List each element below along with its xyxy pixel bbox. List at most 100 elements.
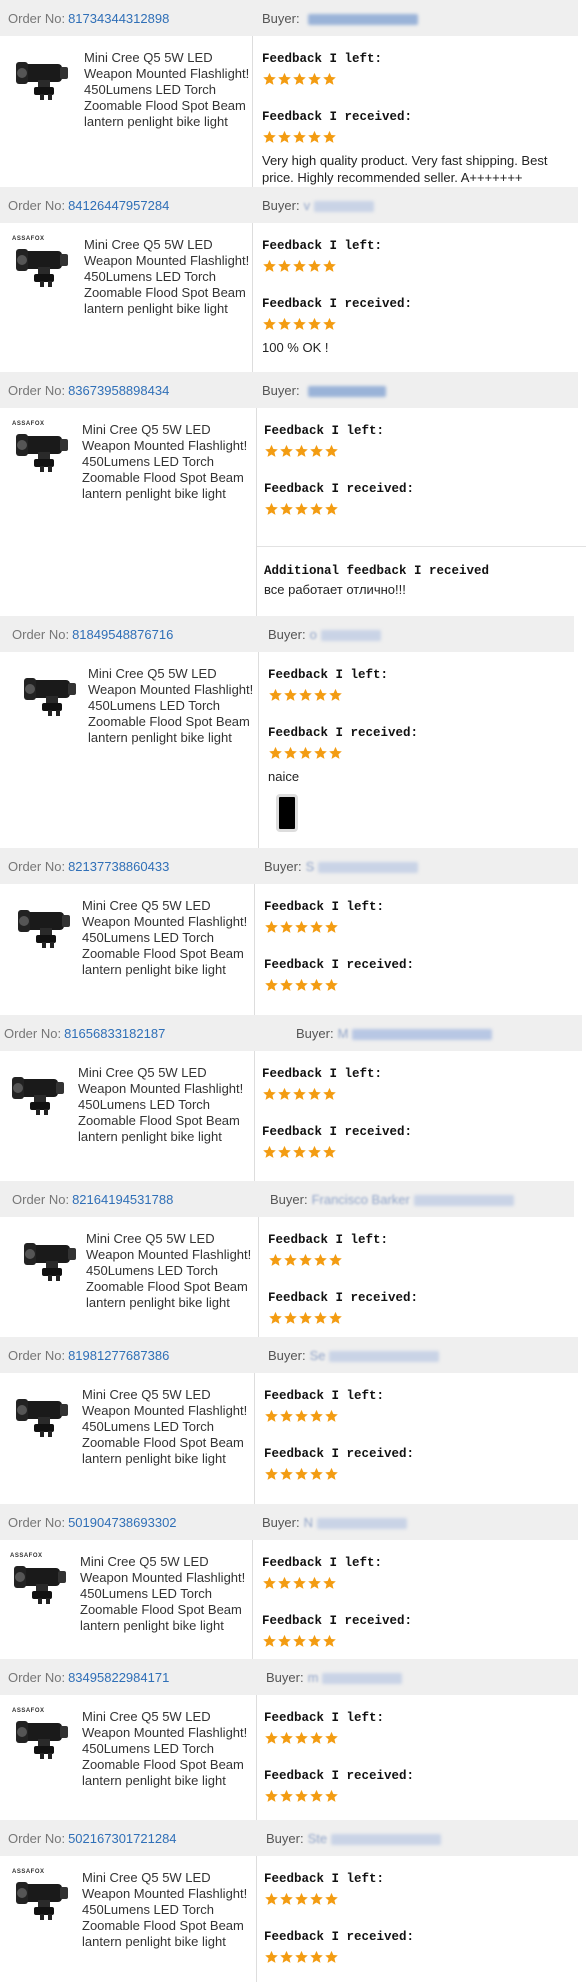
product-title-link[interactable]: Mini Cree Q5 5W LED Weapon Mounted Flash… <box>86 1231 264 1311</box>
order-header: Order No: 81734344312898 Buyer: <box>0 0 578 36</box>
buyer-name[interactable]: Ste <box>308 1831 328 1846</box>
star-icon <box>298 688 313 702</box>
feedback-photo-thumbnail[interactable] <box>276 794 298 832</box>
buyer-name[interactable]: S <box>306 859 315 874</box>
star-icon <box>294 1731 309 1745</box>
order-number-link[interactable]: 83495822984171 <box>68 1670 169 1685</box>
buyer-name[interactable]: o <box>310 627 317 642</box>
order-number-link[interactable]: 81849548876716 <box>72 627 173 642</box>
product-thumbnail[interactable] <box>14 898 78 954</box>
order-header: Order No: 502167301721284 Buyer: Ste <box>0 1820 578 1856</box>
product-title-link[interactable]: Mini Cree Q5 5W LED Weapon Mounted Flash… <box>84 237 262 317</box>
product-thumbnail[interactable] <box>12 237 76 293</box>
product-title-link[interactable]: Mini Cree Q5 5W LED Weapon Mounted Flash… <box>82 1870 260 1950</box>
buyer-name-redacted <box>318 861 419 873</box>
product-thumbnail[interactable] <box>12 1709 76 1765</box>
order-number-link[interactable]: 501904738693302 <box>68 1515 176 1530</box>
buyer-name[interactable]: v <box>304 198 311 213</box>
column-divider <box>254 1373 255 1507</box>
feedback-left-label: Feedback I left: <box>262 52 383 66</box>
product-title-link[interactable]: Mini Cree Q5 5W LED Weapon Mounted Flash… <box>84 50 262 130</box>
buyer-field: Buyer: <box>262 383 386 398</box>
star-icon <box>307 130 322 144</box>
star-icon <box>322 1145 337 1159</box>
buyer-name-redacted <box>314 200 375 212</box>
rating-stars <box>268 1311 343 1325</box>
star-icon <box>264 978 279 992</box>
star-icon <box>324 1892 339 1906</box>
star-icon <box>322 259 337 273</box>
product-title-link[interactable]: Mini Cree Q5 5W LED Weapon Mounted Flash… <box>80 1554 258 1634</box>
rating-stars <box>262 1087 337 1101</box>
order-number-link[interactable]: 82137738860433 <box>68 859 169 874</box>
feedback-received-label: Feedback I received: <box>264 482 415 496</box>
product-title-link[interactable]: Mini Cree Q5 5W LED Weapon Mounted Flash… <box>88 666 266 746</box>
buyer-label: Buyer: <box>266 1669 304 1685</box>
buyer-name[interactable]: Se <box>310 1348 326 1363</box>
star-icon <box>279 1409 294 1423</box>
buyer-field: Buyer: Francisco Barker <box>270 1192 514 1207</box>
feedback-received-label: Feedback I received: <box>264 1930 415 1944</box>
feedback-comment: naice <box>268 769 300 784</box>
buyer-field: Buyer: m <box>266 1669 403 1685</box>
product-title-link[interactable]: Mini Cree Q5 5W LED Weapon Mounted Flash… <box>82 898 260 978</box>
product-title-link[interactable]: Mini Cree Q5 5W LED Weapon Mounted Flash… <box>82 1387 260 1467</box>
star-icon <box>283 688 298 702</box>
order-number-link[interactable]: 81734344312898 <box>68 11 169 26</box>
order-number-link[interactable]: 81981277687386 <box>68 1348 169 1363</box>
star-icon <box>324 1789 339 1803</box>
feedback-received-label: Feedback I received: <box>262 110 413 124</box>
product-thumbnail[interactable] <box>12 50 76 106</box>
buyer-name[interactable]: Francisco Barker <box>312 1192 410 1207</box>
star-icon <box>277 1634 292 1648</box>
buyer-name[interactable]: M <box>338 1026 349 1041</box>
order-number-link[interactable]: 81656833182187 <box>64 1026 165 1041</box>
star-icon <box>292 130 307 144</box>
product-thumbnail[interactable] <box>12 1387 76 1443</box>
buyer-field: Buyer: M <box>296 1026 493 1041</box>
star-icon <box>277 72 292 86</box>
column-divider <box>254 884 255 1020</box>
product-thumbnail[interactable] <box>8 1065 72 1121</box>
star-icon <box>279 920 294 934</box>
order-no-label: Order No: <box>8 10 66 26</box>
product-thumbnail[interactable] <box>12 422 76 478</box>
order-header: Order No: 501904738693302 Buyer: N <box>0 1504 578 1540</box>
rating-stars <box>264 502 339 516</box>
feedback-left-label: Feedback I left: <box>264 424 385 438</box>
star-icon <box>294 1950 309 1964</box>
product-thumbnail[interactable] <box>10 1554 74 1610</box>
product-title-link[interactable]: Mini Cree Q5 5W LED Weapon Mounted Flash… <box>82 422 260 502</box>
star-icon <box>292 317 307 331</box>
order-no-label: Order No: <box>8 1669 66 1685</box>
order-number-link[interactable]: 82164194531788 <box>72 1192 173 1207</box>
product-title-link[interactable]: Mini Cree Q5 5W LED Weapon Mounted Flash… <box>82 1709 260 1789</box>
rating-stars <box>264 1892 339 1906</box>
star-icon <box>309 502 324 516</box>
column-divider <box>258 1217 259 1351</box>
product-thumbnail[interactable] <box>20 666 84 722</box>
order-number-link[interactable]: 83673958898434 <box>68 383 169 398</box>
buyer-field: Buyer: o <box>268 627 381 642</box>
star-icon <box>324 1950 339 1964</box>
star-icon <box>262 1634 277 1648</box>
order-header: Order No: 84126447957284 Buyer: v <box>0 187 578 223</box>
star-icon <box>262 1576 277 1590</box>
product-thumbnail[interactable] <box>12 1870 76 1926</box>
order-header: Order No: 81656833182187 Buyer: M <box>0 1015 582 1051</box>
star-icon <box>279 1892 294 1906</box>
order-number-link[interactable]: 502167301721284 <box>68 1831 176 1846</box>
star-icon <box>262 1087 277 1101</box>
buyer-name[interactable]: m <box>308 1670 319 1685</box>
order-no-label: Order No: <box>12 1191 70 1207</box>
buyer-name[interactable]: N <box>304 1515 313 1530</box>
feedback-received-label: Feedback I received: <box>268 1291 419 1305</box>
product-title-link[interactable]: Mini Cree Q5 5W LED Weapon Mounted Flash… <box>78 1065 256 1145</box>
order-no-label: Order No: <box>12 626 70 642</box>
column-divider <box>252 36 253 190</box>
star-icon <box>277 1145 292 1159</box>
product-thumbnail[interactable] <box>20 1231 84 1287</box>
order-number-link[interactable]: 84126447957284 <box>68 198 169 213</box>
feedback-left-label: Feedback I left: <box>268 1233 389 1247</box>
rating-stars <box>262 1634 337 1648</box>
